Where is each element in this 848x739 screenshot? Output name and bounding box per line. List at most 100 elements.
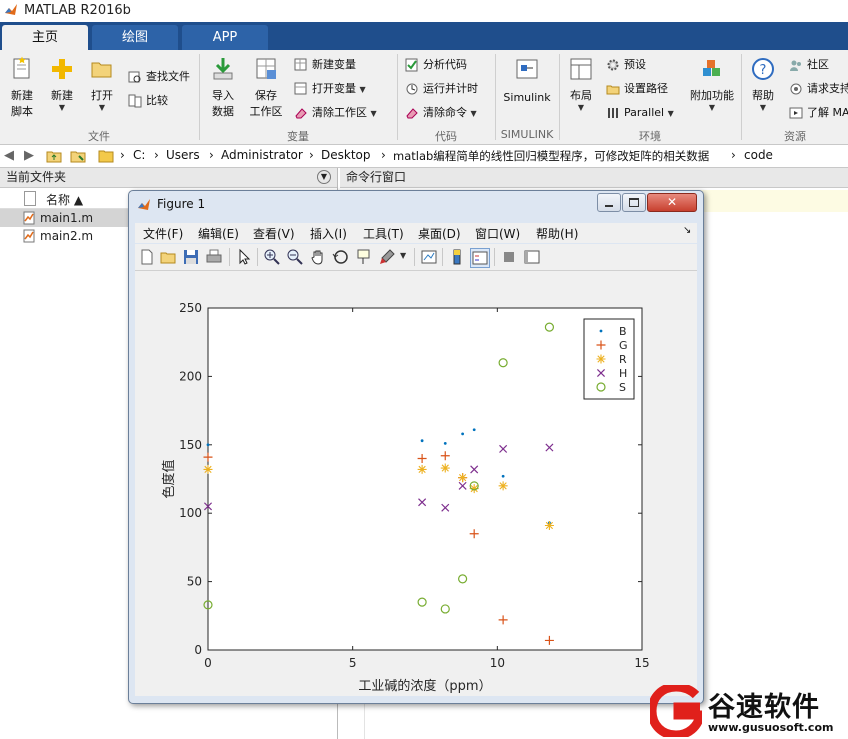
data-point-B: [206, 443, 210, 447]
open-variable-label: 打开变量: [312, 82, 356, 95]
menu-file[interactable]: 文件(F): [143, 225, 183, 242]
figure-title-bar[interactable]: Figure 1 ✕: [129, 191, 703, 219]
hide-plot-tools-icon[interactable]: [500, 248, 518, 266]
pan-hand-icon[interactable]: [309, 248, 327, 266]
help-button[interactable]: ? 帮助 ▼: [746, 56, 780, 112]
clear-workspace-button[interactable]: 清除工作区 ▼: [294, 104, 377, 122]
close-button[interactable]: ✕: [647, 193, 697, 212]
breadcrumb-item[interactable]: Administrator: [221, 148, 303, 162]
browse-folder-icon[interactable]: [70, 148, 86, 164]
parallel-button[interactable]: Parallel ▼: [606, 104, 674, 122]
breadcrumb-separator: ›: [381, 148, 386, 162]
open-variable-button[interactable]: 打开变量 ▼: [294, 80, 366, 98]
y-tick-label: 150: [179, 438, 202, 452]
rotate-3d-icon[interactable]: [332, 248, 350, 266]
menu-desktop[interactable]: 桌面(D): [418, 225, 461, 242]
group-label-file: 文件: [88, 130, 110, 143]
new-variable-button[interactable]: 新建变量: [294, 56, 356, 74]
breadcrumb-item[interactable]: C:: [133, 148, 145, 162]
dock-arrow-icon[interactable]: ↘: [683, 225, 691, 236]
ribbon-tab-row: 主页 绘图 APP: [0, 22, 848, 50]
data-point-legend-R: [596, 354, 606, 364]
community-button[interactable]: 社区: [789, 56, 829, 74]
folder-open-icon: [91, 62, 112, 78]
ribbon-toolbar: 新建 脚本 新建 ▼ 打开 ▼ 查找文件 比较 文件 导入 数据 保存 工作区 …: [0, 50, 848, 145]
close-icon: ✕: [666, 195, 678, 209]
pointer-icon[interactable]: [235, 248, 253, 266]
layout-label: 布局: [570, 89, 592, 102]
up-folder-icon[interactable]: [46, 148, 62, 164]
watermark-g-logo-icon: [650, 685, 702, 737]
run-and-time-button[interactable]: 运行并计时: [405, 80, 478, 98]
import-data-button[interactable]: 导入 数据: [204, 56, 242, 119]
panel-menu-icon[interactable]: ▼: [317, 170, 331, 184]
open-file-icon[interactable]: [159, 248, 177, 266]
m-file-icon: [23, 229, 35, 243]
name-column-header[interactable]: 名称 ▲: [46, 191, 83, 208]
new-script-label-2: 脚本: [11, 105, 33, 118]
data-point-B: [420, 439, 424, 443]
chart-legend[interactable]: BGRHS: [583, 318, 635, 400]
y-tick-label: 200: [179, 369, 202, 383]
breadcrumb-item[interactable]: matlab编程简单的线性回归模型程序，可修改矩阵的相关数据: [393, 148, 709, 164]
print-icon[interactable]: [205, 248, 223, 266]
find-files-button[interactable]: 查找文件: [128, 68, 190, 86]
file-name: main1.m: [40, 211, 94, 225]
analyze-code-button[interactable]: 分析代码: [405, 56, 467, 74]
learn-matlab-button[interactable]: 了解 MA: [789, 104, 848, 122]
addons-label: 附加功能: [690, 89, 734, 102]
new-script-button[interactable]: 新建 脚本: [4, 56, 40, 119]
clear-commands-button[interactable]: 清除命令 ▼: [405, 104, 477, 122]
legend-icon[interactable]: [470, 248, 490, 268]
figure-window[interactable]: Figure 1 ✕ 文件(F) 编辑(E) 查看(V) 插入(I) 工具(T)…: [128, 190, 704, 704]
breadcrumb-separator: ›: [120, 148, 125, 162]
file-type-icon: [24, 191, 36, 206]
tab-home[interactable]: 主页: [2, 25, 88, 50]
data-cursor-icon[interactable]: [355, 248, 373, 266]
breadcrumb-item[interactable]: Users: [166, 148, 200, 162]
menu-insert[interactable]: 插入(I): [310, 225, 347, 242]
minimize-button[interactable]: [597, 193, 621, 212]
new-variable-icon: [294, 58, 307, 71]
simulink-label: Simulink: [503, 91, 551, 104]
maximize-button[interactable]: [622, 193, 646, 212]
link-plot-icon[interactable]: [420, 248, 438, 266]
open-button[interactable]: 打开 ▼: [84, 56, 120, 112]
preferences-button[interactable]: 预设: [606, 56, 646, 74]
compare-button[interactable]: 比较: [128, 92, 168, 110]
back-arrow-icon[interactable]: ◀: [4, 148, 14, 163]
colorbar-icon[interactable]: [448, 248, 466, 266]
tab-apps[interactable]: APP: [182, 25, 268, 50]
zoom-out-icon[interactable]: [286, 248, 304, 266]
breadcrumb-item[interactable]: Desktop: [321, 148, 371, 162]
data-point-R: [498, 481, 508, 491]
breadcrumb-item[interactable]: code: [744, 148, 773, 162]
forward-arrow-icon[interactable]: ▶: [24, 148, 34, 163]
matlab-logo-icon: [138, 199, 150, 210]
save-ws-label-1: 保存: [255, 89, 277, 102]
data-point-R: [203, 464, 213, 474]
layout-button[interactable]: 布局 ▼: [564, 56, 598, 112]
menu-view[interactable]: 查看(V): [253, 225, 295, 242]
menu-edit[interactable]: 编辑(E): [198, 225, 239, 242]
menu-window[interactable]: 窗口(W): [475, 225, 520, 242]
open-variable-dropdown-icon: ▼: [359, 85, 366, 94]
save-icon[interactable]: [182, 248, 200, 266]
menu-tools[interactable]: 工具(T): [363, 225, 404, 242]
request-support-button[interactable]: 请求支持: [789, 80, 848, 98]
addons-button[interactable]: 附加功能 ▼: [686, 56, 738, 112]
new-button[interactable]: 新建 ▼: [44, 56, 80, 112]
data-point-B: [461, 432, 465, 436]
zoom-in-icon[interactable]: [263, 248, 281, 266]
show-plot-tools-icon[interactable]: [523, 248, 541, 266]
brush-icon[interactable]: [378, 248, 396, 266]
save-workspace-button[interactable]: 保存 工作区: [246, 56, 286, 119]
set-path-button[interactable]: 设置路径: [606, 80, 668, 98]
group-label-resources: 资源: [784, 130, 806, 143]
brush-dropdown-icon[interactable]: ▼: [400, 251, 406, 260]
simulink-button[interactable]: Simulink: [501, 56, 553, 104]
compare-icon: [128, 94, 142, 108]
tab-plots[interactable]: 绘图: [92, 25, 178, 50]
menu-help[interactable]: 帮助(H): [536, 225, 578, 242]
new-figure-icon[interactable]: [138, 248, 156, 266]
